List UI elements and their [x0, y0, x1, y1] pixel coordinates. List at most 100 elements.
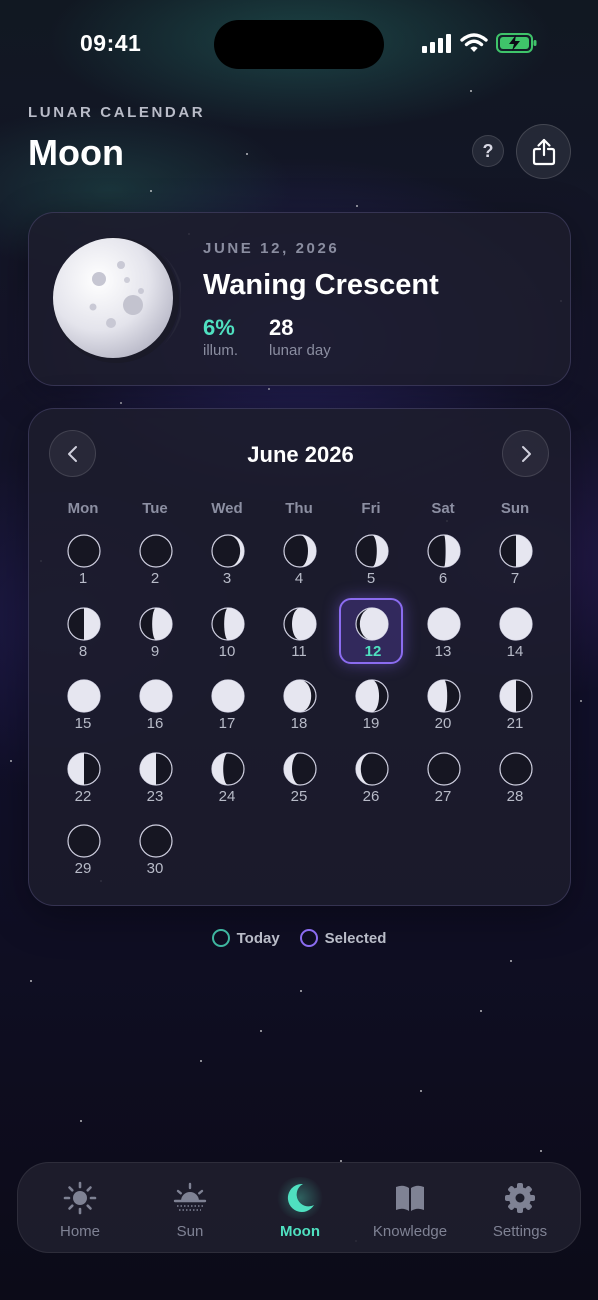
calendar-day[interactable]: 17 — [195, 670, 259, 736]
calendar-day[interactable]: 30 — [123, 815, 187, 881]
moon-phase-icon — [499, 751, 533, 786]
status-icons — [422, 32, 538, 54]
calendar-day[interactable]: 23 — [123, 743, 187, 809]
moon-phase-icon — [67, 679, 101, 713]
battery-charging-icon — [496, 33, 537, 53]
day-number: 13 — [434, 642, 452, 660]
calendar-day[interactable]: 29 — [51, 815, 115, 881]
legend-selected-label: Selected — [324, 929, 387, 947]
day-number: 29 — [74, 860, 92, 877]
calendar-day[interactable]: 27 — [411, 743, 475, 809]
moon-phase-icon — [139, 751, 173, 786]
day-number: 10 — [218, 642, 236, 660]
day-number: 22 — [74, 787, 92, 805]
today-ring-icon — [211, 929, 230, 947]
day-number: 26 — [362, 787, 380, 805]
day-number: 7 — [510, 570, 520, 587]
moon-phase-icon — [427, 679, 461, 713]
calendar-day[interactable]: 15 — [51, 670, 115, 736]
gear-icon — [505, 1183, 535, 1213]
day-number: 9 — [150, 642, 160, 660]
day-number: 16 — [146, 715, 164, 732]
calendar-day-selected[interactable]: 12 — [339, 597, 403, 664]
calendar-day[interactable]: 18 — [267, 670, 331, 736]
moon-phase-icon — [283, 679, 317, 713]
day-number: 4 — [294, 570, 304, 587]
tab-knowledge[interactable]: Knowledge — [355, 1181, 465, 1247]
day-number: 5 — [366, 570, 376, 587]
calendar-day[interactable]: 24 — [195, 743, 259, 809]
calendar-day[interactable]: 7 — [483, 525, 547, 591]
moon-phase-icon — [355, 679, 389, 713]
calendar-day[interactable]: 8 — [51, 598, 115, 664]
calendar-day[interactable]: 25 — [267, 743, 331, 809]
calendar-day[interactable]: 9 — [123, 598, 187, 664]
day-number: 1 — [78, 570, 88, 587]
moon-phase-icon — [283, 534, 317, 568]
weekday-label: Wed — [211, 500, 243, 517]
calendar-day[interactable]: 6 — [411, 525, 475, 591]
day-number: 24 — [218, 787, 236, 805]
moon-phase-icon — [67, 824, 101, 858]
calendar-day[interactable]: 3 — [195, 525, 259, 591]
tab-home[interactable]: Home — [25, 1181, 135, 1247]
tab-moon[interactable]: Moon — [245, 1177, 355, 1247]
calendar-day[interactable]: 10 — [195, 598, 259, 664]
book-icon — [396, 1185, 424, 1211]
day-number: 19 — [362, 715, 380, 732]
moon-phase-icon — [427, 751, 461, 786]
phase-name: Waning Crescent — [203, 269, 439, 301]
lunar-day-value: 28 — [269, 315, 294, 340]
tab-sun[interactable]: Sun — [135, 1181, 245, 1247]
moon-phase-icon — [355, 534, 389, 568]
calendar-legend: Today Selected — [0, 929, 598, 947]
calendar-day[interactable]: 5 — [339, 525, 403, 591]
day-number: 25 — [290, 787, 308, 805]
moon-phase-icon — [67, 751, 101, 786]
moon-phase-icon — [355, 606, 389, 641]
question-mark-icon: ? — [482, 140, 494, 161]
share-button[interactable] — [516, 124, 571, 179]
moon-phase-icon — [67, 606, 101, 641]
calendar-day[interactable]: 20 — [411, 670, 475, 736]
calendar-day[interactable]: 2 — [123, 525, 187, 591]
calendar-day[interactable]: 22 — [51, 743, 115, 809]
illumination-stat: 6% illum. — [203, 315, 238, 359]
dynamic-island — [214, 20, 384, 69]
calendar-day[interactable]: 4 — [267, 525, 331, 591]
weekday-label: Sun — [500, 500, 530, 517]
day-number: 28 — [506, 787, 524, 805]
sunrise-icon — [173, 1182, 207, 1211]
calendar-day[interactable]: 14 — [483, 598, 547, 664]
calendar-day[interactable]: 16 — [123, 670, 187, 736]
tab-settings[interactable]: Settings — [465, 1181, 575, 1247]
day-number: 8 — [78, 642, 88, 660]
calendar-day[interactable]: 26 — [339, 743, 403, 809]
legend-today-label: Today — [236, 929, 280, 947]
calendar-day[interactable]: 21 — [483, 670, 547, 736]
day-number: 2 — [150, 570, 160, 587]
moon-phase-icon — [211, 679, 245, 713]
calendar-day[interactable]: 11 — [267, 598, 331, 664]
next-month-button[interactable] — [502, 430, 549, 477]
calendar-day[interactable]: 28 — [483, 743, 547, 809]
calendar-day[interactable]: 1 — [51, 525, 115, 591]
day-number: 6 — [438, 570, 448, 587]
day-number: 27 — [434, 787, 452, 805]
tab-knowledge-label: Knowledge — [372, 1223, 448, 1240]
calendar-day[interactable]: 13 — [411, 598, 475, 664]
help-button[interactable]: ? — [472, 135, 504, 167]
weekday-label: Mon — [67, 500, 99, 517]
illumination-label: illum. — [203, 342, 239, 359]
day-number: 20 — [434, 715, 452, 732]
moon-illustration — [53, 237, 181, 363]
sun-icon — [63, 1181, 97, 1215]
moon-phase-icon — [211, 534, 245, 568]
moon-summary-card: JUNE 12, 2026 Waning Crescent 6% illum. … — [28, 212, 571, 386]
tab-bar: Home Sun Moon Knowledge Settings — [17, 1162, 581, 1253]
day-number: 12 — [364, 642, 382, 660]
calendar-day[interactable]: 19 — [339, 670, 403, 736]
day-number: 21 — [506, 715, 524, 732]
chevron-right-icon — [521, 445, 531, 462]
section-eyebrow: LUNAR CALENDAR — [28, 104, 206, 121]
